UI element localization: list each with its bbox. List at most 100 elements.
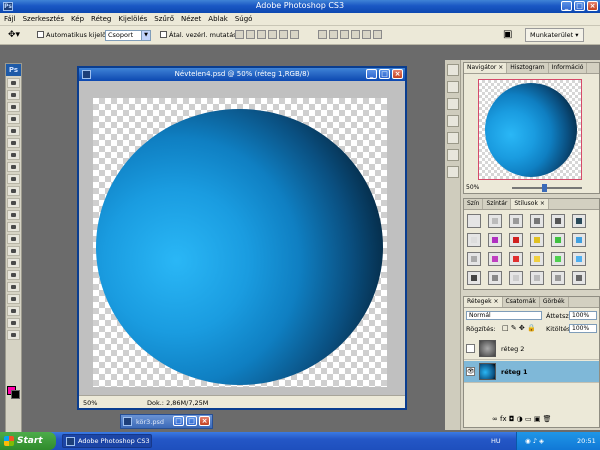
tab-color[interactable]: Szín xyxy=(464,199,484,209)
paragraph-panel-icon[interactable] xyxy=(447,166,459,178)
tab-histogram[interactable]: Hisztogram xyxy=(507,63,549,73)
slice-tool[interactable] xyxy=(7,138,20,148)
auto-select-checkbox[interactable] xyxy=(37,31,44,38)
tool-presets-icon[interactable] xyxy=(447,98,459,110)
distribute-bottom-icon[interactable] xyxy=(340,30,349,39)
style-swatch[interactable] xyxy=(530,214,544,228)
style-swatch[interactable] xyxy=(509,214,523,228)
actions-panel-icon[interactable] xyxy=(447,81,459,93)
menu-edit[interactable]: Szerkesztés xyxy=(23,15,64,23)
transform-controls-option[interactable]: Átal. vezérl. mutatása xyxy=(160,31,241,39)
layer-row[interactable]: réteg 2 xyxy=(464,338,599,360)
style-swatch[interactable] xyxy=(488,233,502,247)
style-swatch[interactable] xyxy=(551,214,565,228)
blur-tool[interactable] xyxy=(7,222,20,232)
style-swatch[interactable] xyxy=(467,271,481,285)
move-tool-icon[interactable]: ✥▾ xyxy=(8,30,20,40)
tab-layers[interactable]: Rétegek × xyxy=(464,297,503,307)
brush-tool[interactable] xyxy=(7,162,20,172)
opacity-input[interactable]: 100% xyxy=(569,311,597,320)
clone-source-icon[interactable] xyxy=(447,132,459,144)
layer-actions[interactable]: ∞ fx ◘ ◑ ▭ ▣ 🗑 xyxy=(492,415,552,423)
tab-curves[interactable]: Görbék xyxy=(540,297,569,307)
tab-navigator[interactable]: Navigátor × xyxy=(464,63,508,73)
style-swatch[interactable] xyxy=(488,252,502,266)
menu-layer[interactable]: Réteg xyxy=(91,15,111,23)
align-bottom-icon[interactable] xyxy=(257,30,266,39)
menu-view[interactable]: Nézet xyxy=(181,15,201,23)
style-swatch[interactable] xyxy=(509,252,523,266)
style-swatch[interactable] xyxy=(488,271,502,285)
document-zoom[interactable]: 50% xyxy=(83,399,97,407)
doc-close-button[interactable]: × xyxy=(392,69,403,79)
style-swatch[interactable] xyxy=(509,233,523,247)
brushes-panel-icon[interactable] xyxy=(447,115,459,127)
zoom-tool[interactable] xyxy=(7,330,20,340)
crop-tool[interactable] xyxy=(7,126,20,136)
restore-button[interactable]: □ xyxy=(173,416,184,426)
align-top-icon[interactable] xyxy=(235,30,244,39)
distribute-vcenter-icon[interactable] xyxy=(329,30,338,39)
canvas[interactable] xyxy=(93,98,387,387)
maximize-button[interactable]: □ xyxy=(186,416,197,426)
dodge-tool[interactable] xyxy=(7,234,20,244)
workspace-icon[interactable]: ▣ xyxy=(503,29,512,40)
clone-stamp-tool[interactable] xyxy=(7,174,20,184)
taskbar-photoshop-button[interactable]: Adobe Photoshop CS3 xyxy=(62,434,152,448)
healing-brush-tool[interactable] xyxy=(7,150,20,160)
style-swatch[interactable] xyxy=(467,252,481,266)
eraser-tool[interactable] xyxy=(7,198,20,208)
path-selection-tool[interactable] xyxy=(7,270,20,280)
navigator-zoom[interactable]: 50% xyxy=(466,184,479,191)
canvas-area[interactable] xyxy=(79,81,405,397)
transform-controls-checkbox[interactable] xyxy=(160,31,167,38)
navigator-zoom-slider[interactable] xyxy=(512,184,582,192)
language-indicator[interactable]: HU xyxy=(491,437,501,445)
workspace-button[interactable]: Munkaterület ▾ xyxy=(525,28,584,42)
style-swatch[interactable] xyxy=(572,271,586,285)
lasso-tool[interactable] xyxy=(7,102,20,112)
start-button[interactable]: Start xyxy=(0,432,56,450)
move-tool[interactable] xyxy=(7,78,20,88)
menu-filter[interactable]: Szűrő xyxy=(154,15,174,23)
tab-swatches[interactable]: Színtár xyxy=(483,199,512,209)
tab-styles[interactable]: Stílusok × xyxy=(511,199,549,209)
menu-file[interactable]: Fájl xyxy=(4,15,16,23)
magic-wand-tool[interactable] xyxy=(7,114,20,124)
background-color-swatch[interactable] xyxy=(11,390,20,399)
menu-select[interactable]: Kijelölés xyxy=(118,15,147,23)
doc-minimize-button[interactable]: _ xyxy=(366,69,377,79)
character-panel-icon[interactable] xyxy=(447,149,459,161)
style-swatch[interactable] xyxy=(530,271,544,285)
style-swatch[interactable] xyxy=(551,233,565,247)
close-button[interactable]: × xyxy=(199,416,210,426)
style-swatch[interactable] xyxy=(530,233,544,247)
style-swatch[interactable] xyxy=(467,214,481,228)
history-panel-icon[interactable] xyxy=(447,64,459,76)
navigator-preview[interactable] xyxy=(478,79,582,180)
align-right-icon[interactable] xyxy=(290,30,299,39)
menu-help[interactable]: Súgó xyxy=(235,15,253,23)
fill-input[interactable]: 100% xyxy=(569,324,597,333)
style-swatch[interactable] xyxy=(572,252,586,266)
distribute-left-icon[interactable] xyxy=(351,30,360,39)
distribute-hcenter-icon[interactable] xyxy=(362,30,371,39)
distribute-top-icon[interactable] xyxy=(318,30,327,39)
doc-maximize-button[interactable]: □ xyxy=(379,69,390,79)
hand-tool[interactable] xyxy=(7,318,20,328)
layer-row[interactable]: 👁 réteg 1 xyxy=(464,361,599,383)
type-tool[interactable] xyxy=(7,258,20,268)
blend-mode-dropdown[interactable]: Normál xyxy=(466,311,542,320)
style-swatch[interactable] xyxy=(551,271,565,285)
pen-tool[interactable] xyxy=(7,246,20,256)
align-hcenter-icon[interactable] xyxy=(279,30,288,39)
gradient-tool[interactable] xyxy=(7,210,20,220)
style-swatch[interactable] xyxy=(572,233,586,247)
minimize-button[interactable]: _ xyxy=(561,1,572,11)
style-swatch[interactable] xyxy=(467,233,481,247)
shape-tool[interactable] xyxy=(7,282,20,292)
style-swatch[interactable] xyxy=(551,252,565,266)
eye-icon[interactable]: 👁 xyxy=(466,367,475,376)
eyedropper-tool[interactable] xyxy=(7,306,20,316)
tab-info[interactable]: Információ xyxy=(549,63,588,73)
